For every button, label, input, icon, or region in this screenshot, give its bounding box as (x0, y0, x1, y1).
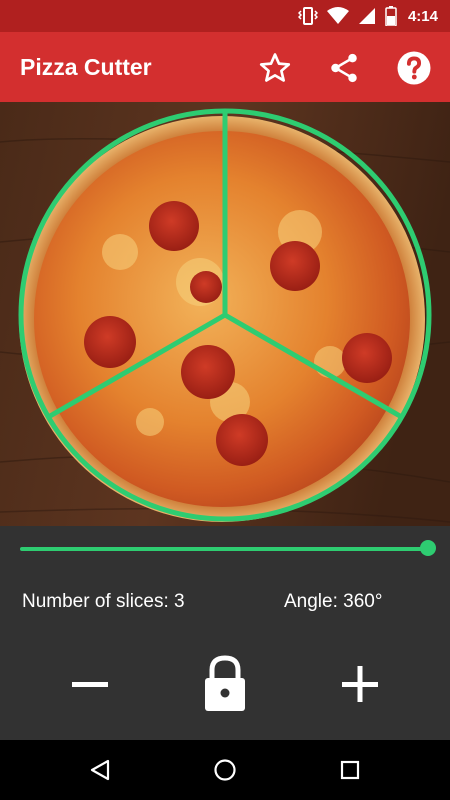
recents-button[interactable] (332, 752, 368, 788)
app-bar: Pizza Cutter (0, 32, 450, 102)
share-button[interactable] (322, 46, 366, 90)
slices-count-label: Number of slices: 3 (22, 591, 185, 612)
wifi-icon (326, 7, 349, 24)
cellular-signal-icon (358, 8, 375, 24)
home-button[interactable] (207, 752, 243, 788)
slices-slider-track[interactable] (20, 547, 430, 551)
decrease-slices-button[interactable] (60, 654, 120, 714)
vibrate-icon (297, 7, 318, 25)
status-bar: 4:14 (0, 0, 450, 32)
navigation-bar (0, 740, 450, 800)
status-icons: 4:14 (297, 6, 438, 26)
home-icon (214, 759, 236, 781)
pizza-stage[interactable] (0, 102, 450, 526)
help-button[interactable] (392, 46, 436, 90)
slices-slider-thumb[interactable] (420, 540, 436, 556)
battery-icon (385, 6, 397, 26)
plus-icon (342, 666, 378, 702)
recents-icon (340, 760, 360, 780)
share-icon (331, 53, 357, 83)
help-icon (397, 51, 431, 85)
minus-icon (72, 682, 108, 687)
increase-slices-button[interactable] (330, 654, 390, 714)
star-icon (259, 53, 291, 82)
status-time: 4:14 (407, 7, 438, 25)
lock-icon (205, 655, 245, 711)
app-title: Pizza Cutter (20, 54, 152, 80)
pizza-image[interactable] (0, 102, 450, 526)
angle-label: Angle: 360° (284, 591, 383, 612)
lock-button[interactable] (195, 654, 255, 714)
back-button[interactable] (82, 752, 118, 788)
favorite-button[interactable] (253, 46, 297, 90)
back-icon (90, 759, 110, 781)
controls-panel: Number of slices: 3 Angle: 360° (0, 526, 450, 740)
